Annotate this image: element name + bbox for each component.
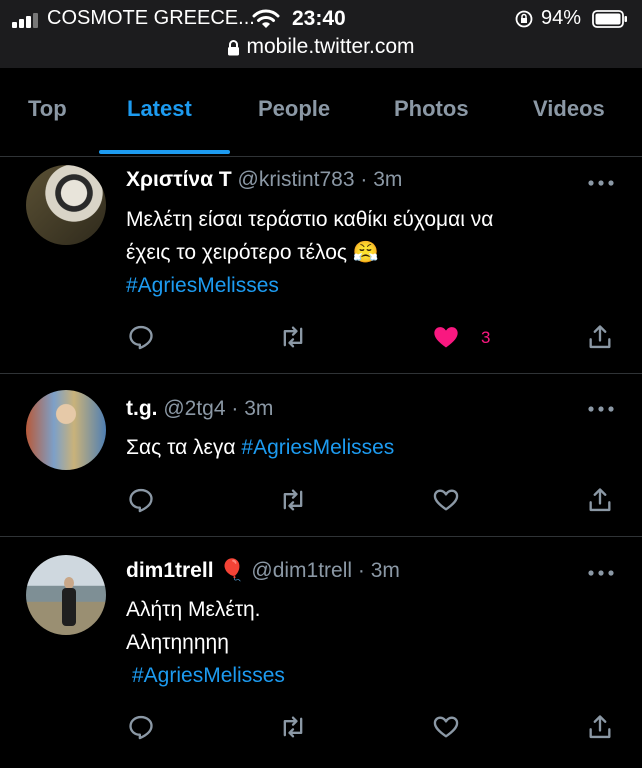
display-name[interactable]: dim1trell [126, 559, 214, 582]
browser-status-bar: COSMOTE GREECE... 23:40 94% mobile.twitt… [0, 0, 642, 68]
more-options-icon[interactable] [588, 180, 614, 186]
handle[interactable]: @2tg4 [163, 397, 225, 420]
balloon-emoji: 🎈 [219, 559, 246, 582]
like-icon[interactable] [432, 486, 460, 514]
reply-icon[interactable] [127, 713, 155, 741]
tab-top[interactable]: Top [28, 96, 67, 122]
tweet-actions [0, 486, 642, 516]
display-name[interactable]: Χριστίνα Τ [126, 168, 232, 191]
avatar[interactable] [26, 555, 106, 635]
tweet-text: Μελέτη είσαι τεράστιο καθίκι εύχομαι να … [126, 203, 493, 302]
tab-latest[interactable]: Latest [127, 96, 192, 122]
more-options-icon[interactable] [588, 406, 614, 412]
signal-icon [12, 12, 42, 28]
tweet-text: Αλήτη Μελέτη. Αλητηηηηη #AgriesMelisses [126, 593, 285, 692]
like-icon[interactable] [432, 713, 460, 741]
timestamp[interactable]: 3m [373, 168, 402, 191]
handle[interactable]: @kristint783 [238, 168, 355, 191]
active-tab-indicator [99, 150, 230, 154]
battery-icon [592, 10, 627, 28]
tab-videos[interactable]: Videos [533, 96, 605, 122]
tweet[interactable]: t.g. @2tg4 · 3m Σας τα λεγα #AgriesMelis… [0, 374, 642, 537]
avatar[interactable] [26, 165, 106, 245]
reply-icon[interactable] [127, 486, 155, 514]
rotation-lock-icon [515, 10, 533, 28]
tweet[interactable]: Χριστίνα Τ @kristint783 · 3m Μελέτη είσα… [0, 157, 642, 374]
share-icon[interactable] [586, 713, 614, 741]
like-icon-filled[interactable] [432, 323, 460, 351]
like-count: 3 [481, 328, 491, 347]
retweet-icon[interactable] [279, 713, 307, 741]
timestamp[interactable]: 3m [244, 397, 273, 420]
tweet-text: Σας τα λεγα #AgriesMelisses [126, 436, 395, 459]
padlock-icon [228, 39, 240, 55]
handle[interactable]: @dim1trell [251, 559, 352, 582]
search-tabs: Top Latest People Photos Videos [0, 68, 642, 157]
url-bar[interactable]: mobile.twitter.com [227, 35, 415, 59]
tweet-actions: 3 [0, 323, 642, 353]
tab-people[interactable]: People [258, 96, 330, 122]
reply-icon[interactable] [127, 323, 155, 351]
tweet-actions [0, 713, 642, 743]
hashtag-link[interactable]: #AgriesMelisses [241, 436, 394, 459]
retweet-icon[interactable] [279, 486, 307, 514]
tweet[interactable]: dim1trell 🎈 @dim1trell · 3m Αλήτη Μελέτη… [0, 537, 642, 768]
hashtag-link[interactable]: #AgriesMelisses [126, 269, 493, 302]
carrier-name: COSMOTE GREECE... [47, 7, 255, 29]
timestamp[interactable]: 3m [371, 559, 400, 582]
hashtag-link[interactable]: #AgriesMelisses [126, 659, 285, 692]
clock: 23:40 [292, 7, 346, 30]
battery-percent: 94% [541, 7, 582, 29]
url-text: mobile.twitter.com [246, 35, 415, 58]
share-icon[interactable] [586, 323, 614, 351]
avatar[interactable] [26, 390, 106, 470]
more-options-icon[interactable] [588, 570, 614, 576]
wifi-icon [252, 9, 280, 28]
display-name[interactable]: t.g. [126, 397, 158, 420]
share-icon[interactable] [586, 486, 614, 514]
retweet-icon[interactable] [279, 323, 307, 351]
tab-photos[interactable]: Photos [394, 96, 469, 122]
